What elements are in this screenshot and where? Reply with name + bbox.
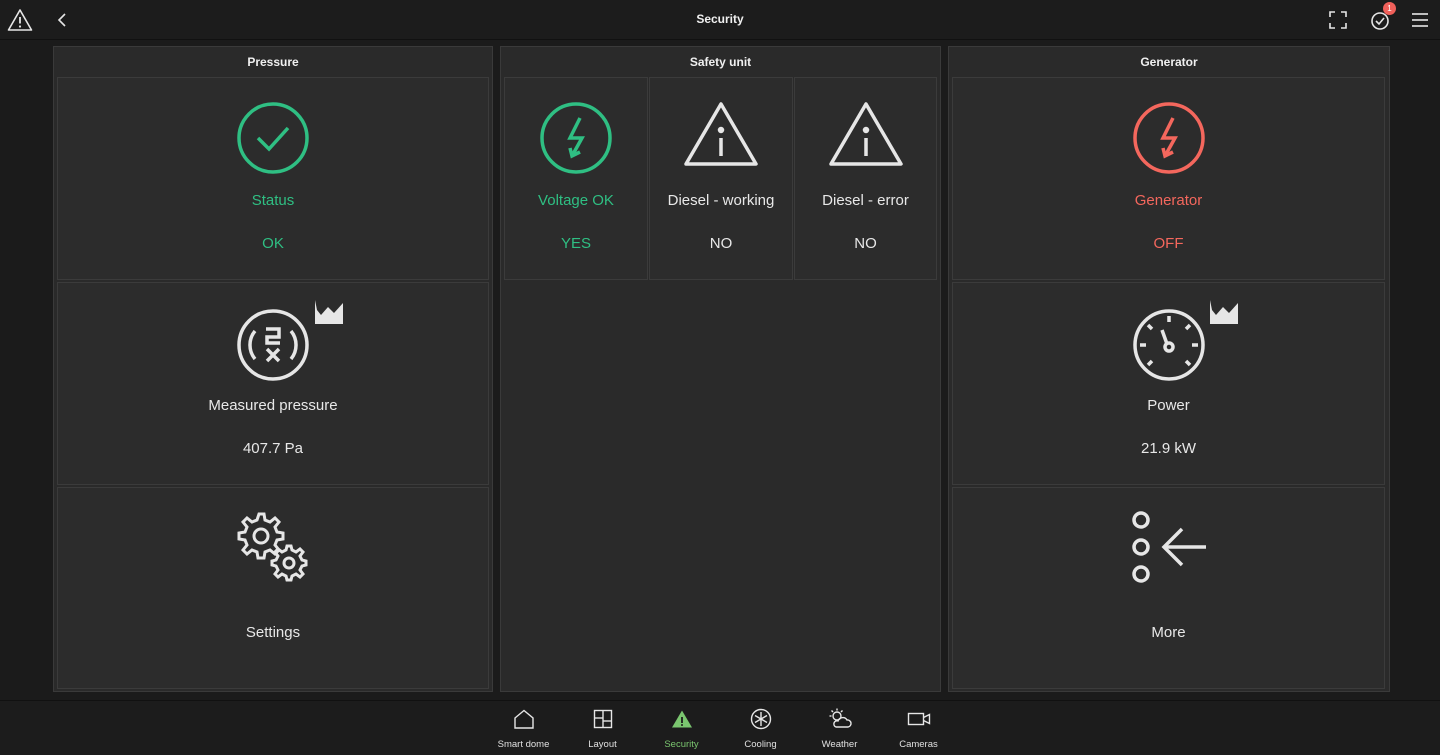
voltage-ok-tile[interactable]: Voltage OK YES	[504, 77, 648, 280]
diesel-error-value: NO	[854, 235, 877, 252]
nav-cameras[interactable]: Cameras	[879, 707, 958, 753]
nav-label: Weather	[821, 739, 858, 750]
nav-smart-dome[interactable]: Smart dome	[484, 707, 563, 753]
more-label: More	[1151, 624, 1186, 641]
pressure-gauge-icon	[58, 305, 488, 381]
lightning-circle-icon	[505, 100, 647, 176]
generator-panel: Generator Generator OFF Power 21.9 kW Mo…	[948, 46, 1390, 692]
warning-triangle-icon	[642, 707, 721, 731]
bottom-nav: Smart dome Layout Security Cooling Weath…	[0, 700, 1440, 755]
status-label: Status	[251, 192, 295, 209]
nav-security[interactable]: Security	[642, 707, 721, 753]
camera-icon	[879, 707, 958, 731]
measured-pressure-label: Measured pressure	[208, 397, 338, 414]
settings-label: Settings	[245, 624, 301, 641]
menu-icon[interactable]	[1406, 6, 1434, 34]
power-tile[interactable]: Power 21.9 kW	[952, 282, 1385, 485]
nav-label: Layout	[588, 739, 617, 750]
nav-label: Security	[664, 739, 699, 750]
diesel-error-tile[interactable]: Diesel - error NO	[794, 77, 937, 280]
warning-info-icon	[795, 100, 936, 176]
power-label: Power	[1147, 397, 1190, 414]
more-arrow-icon	[953, 510, 1384, 586]
voltage-ok-value: YES	[560, 235, 591, 252]
generator-label: Generator	[1134, 192, 1203, 209]
notification-badge: 1	[1383, 2, 1396, 15]
nav-cooling[interactable]: Cooling	[721, 707, 800, 753]
safety-unit-panel: Safety unit Voltage OK YES Diesel - work…	[500, 46, 941, 692]
panel-title: Safety unit	[689, 55, 752, 69]
settings-tile[interactable]: Settings	[57, 487, 489, 689]
generator-status-tile[interactable]: Generator OFF	[952, 77, 1385, 280]
weather-icon	[800, 707, 879, 731]
status-value: OK	[262, 235, 284, 252]
panel-title: Pressure	[247, 55, 299, 69]
warning-info-icon	[650, 100, 792, 176]
measured-pressure-tile[interactable]: Measured pressure 407.7 Pa	[57, 282, 489, 485]
voltage-ok-label: Voltage OK	[538, 192, 614, 209]
diesel-working-tile[interactable]: Diesel - working NO	[649, 77, 793, 280]
diesel-error-label: Diesel - error	[822, 192, 909, 209]
lightning-circle-icon	[953, 100, 1384, 176]
chart-icon[interactable]	[1209, 299, 1239, 330]
pressure-panel: Pressure Status OK Measured pressure 407…	[53, 46, 493, 692]
power-value: 21.9 kW	[1140, 440, 1197, 457]
top-bar: Security 1	[0, 0, 1440, 40]
check-circle-icon	[58, 100, 488, 176]
panel-title: Generator	[1140, 55, 1198, 69]
measured-pressure-value: 407.7 Pa	[242, 440, 304, 457]
nav-label: Smart dome	[497, 739, 550, 750]
more-tile[interactable]: More	[952, 487, 1385, 689]
page-title: Security	[696, 12, 744, 26]
nav-label: Cooling	[744, 739, 777, 750]
home-icon	[484, 707, 563, 731]
fullscreen-icon[interactable]	[1324, 6, 1352, 34]
nav-layout[interactable]: Layout	[563, 707, 642, 753]
layout-icon	[563, 707, 642, 731]
diesel-working-value: NO	[709, 235, 733, 252]
speedometer-icon	[953, 305, 1384, 381]
pressure-status-tile[interactable]: Status OK	[57, 77, 489, 280]
gears-icon	[58, 512, 488, 588]
snowflake-icon	[721, 707, 800, 731]
chart-icon[interactable]	[314, 299, 344, 330]
nav-weather[interactable]: Weather	[800, 707, 879, 753]
generator-value: OFF	[1153, 235, 1184, 252]
diesel-working-label: Diesel - working	[667, 192, 775, 209]
alarm-check-icon[interactable]: 1	[1366, 2, 1396, 34]
nav-label: Cameras	[899, 739, 938, 750]
